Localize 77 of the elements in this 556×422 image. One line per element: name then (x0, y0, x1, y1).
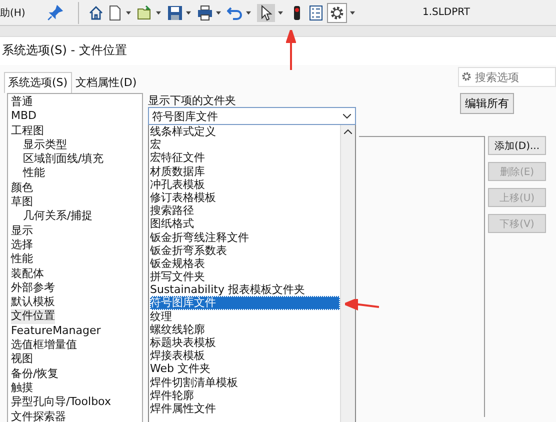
folder-label: 显示下项的文件夹 (148, 93, 237, 107)
tree-item[interactable]: 备份/恢复 (11, 366, 59, 381)
tree-item[interactable]: 颜色 (11, 180, 33, 196)
dropdown-option[interactable]: Sustainability 报表模板文件夹 (150, 283, 340, 296)
dropdown-option[interactable]: 焊件轮廓 (150, 388, 340, 402)
document-title: 1.SLDPRT (422, 7, 470, 18)
dropdown-option[interactable]: 焊件属性文件 (150, 402, 340, 416)
dropdown-option[interactable]: 宏 (150, 138, 340, 152)
caret-icon[interactable] (246, 10, 251, 14)
tree-item[interactable]: 普通 (11, 95, 33, 110)
caret-icon[interactable] (126, 10, 131, 14)
folder-dropdown[interactable]: 符号图库文件 (148, 107, 356, 125)
dialog-title: 系统选项(S) - 文件位置 (0, 37, 556, 65)
caret-icon[interactable] (350, 10, 355, 14)
tree-item[interactable]: MBD (11, 109, 37, 124)
caret-icon[interactable] (216, 10, 221, 14)
caret-icon[interactable] (156, 10, 161, 14)
dropdown-option[interactable]: 冲孔表模板 (150, 178, 340, 191)
settings-icon[interactable] (327, 2, 347, 22)
dropdown-option[interactable]: 宏特征文件 (150, 151, 340, 165)
dropdown-option[interactable]: 钣金折弯系数表 (150, 244, 340, 257)
tree-item[interactable]: 视图 (11, 352, 33, 367)
tree-item[interactable]: 性能 (23, 166, 45, 181)
caret-icon[interactable] (278, 10, 283, 14)
dropdown-option[interactable]: 焊件切割清单模板 (150, 376, 340, 389)
scroll-up-icon[interactable] (344, 129, 352, 134)
dropdown-option[interactable]: 符号图库文件 (150, 296, 340, 310)
tree-item[interactable]: 显示类型 (23, 138, 67, 152)
pointer-arrow (345, 299, 379, 311)
tree-item[interactable]: 触摸 (11, 380, 33, 396)
dropdown-option[interactable]: 搜索路径 (150, 204, 340, 218)
chevron-icon (343, 114, 351, 118)
dropdown-option[interactable]: 焊接表模板 (150, 349, 340, 362)
home-icon[interactable] (88, 4, 104, 20)
dropdown-option[interactable]: 钣金折弯线注释文件 (150, 230, 340, 244)
list-icon[interactable] (308, 4, 324, 20)
open-folder-icon[interactable] (137, 4, 153, 20)
dropdown-option[interactable]: 纹理 (150, 310, 340, 323)
tree-item[interactable]: 几何关系/捕捉 (23, 209, 93, 224)
dropdown-option[interactable]: 钣金规格表 (150, 256, 340, 270)
tree-item[interactable]: FeatureManager (11, 324, 101, 338)
dropdown-option[interactable]: 拼写文件夹 (150, 270, 340, 284)
cursor-icon[interactable] (257, 4, 275, 22)
dropdown-option[interactable]: 修订表格模板 (150, 190, 340, 204)
dropdown-option[interactable]: 材质数据库 (150, 164, 340, 178)
edit-all-button[interactable]: 编辑所有 (460, 93, 514, 114)
search-field[interactable]: 搜索选项 (458, 67, 556, 87)
printer-icon[interactable] (197, 4, 213, 20)
tab[interactable]: 系统选项(S) (4, 72, 72, 93)
tree-item[interactable]: 性能 (11, 252, 33, 267)
tree-item[interactable]: 文件位置 (11, 309, 55, 324)
tree-item[interactable]: 选值框增量值 (11, 338, 77, 352)
dropdown-option[interactable]: 标题块表模板 (150, 336, 340, 350)
side-button[interactable]: 添加(D)... (488, 136, 546, 155)
tree-item[interactable]: 异型孔向导/Toolbox (11, 395, 111, 410)
dropdown-option[interactable]: 图纸格式 (150, 217, 340, 230)
tree-item[interactable]: 文件探索器 (11, 410, 66, 422)
new-document-icon[interactable] (107, 4, 123, 20)
tree-item[interactable]: 外部参考 (11, 280, 55, 296)
help-menu[interactable]: 助(H) (0, 6, 40, 20)
dropdown-option[interactable]: Web 文件夹 (150, 362, 340, 376)
tree-item[interactable]: 显示 (11, 224, 33, 238)
tree-item[interactable]: 草图 (11, 195, 33, 210)
tab[interactable]: 文档属性(D) (72, 72, 141, 93)
dropdown-option[interactable]: 线条样式定义 (150, 125, 340, 138)
save-icon[interactable] (167, 4, 183, 20)
tree-item[interactable]: 区域剖面线/填充 (23, 152, 104, 166)
tree-item[interactable]: 选择 (11, 238, 33, 252)
pin-icon[interactable] (47, 4, 63, 20)
dropdown-option[interactable]: 螺纹线轮廓 (150, 322, 340, 336)
scrollbar[interactable] (340, 125, 355, 422)
undo-icon[interactable] (227, 4, 243, 20)
pointer-arrow (286, 30, 296, 70)
tree-item[interactable]: 工程图 (11, 124, 44, 138)
tree-item[interactable]: 装配体 (11, 266, 44, 281)
tree-item[interactable]: 默认模板 (11, 295, 55, 310)
caret-icon[interactable] (186, 10, 191, 14)
